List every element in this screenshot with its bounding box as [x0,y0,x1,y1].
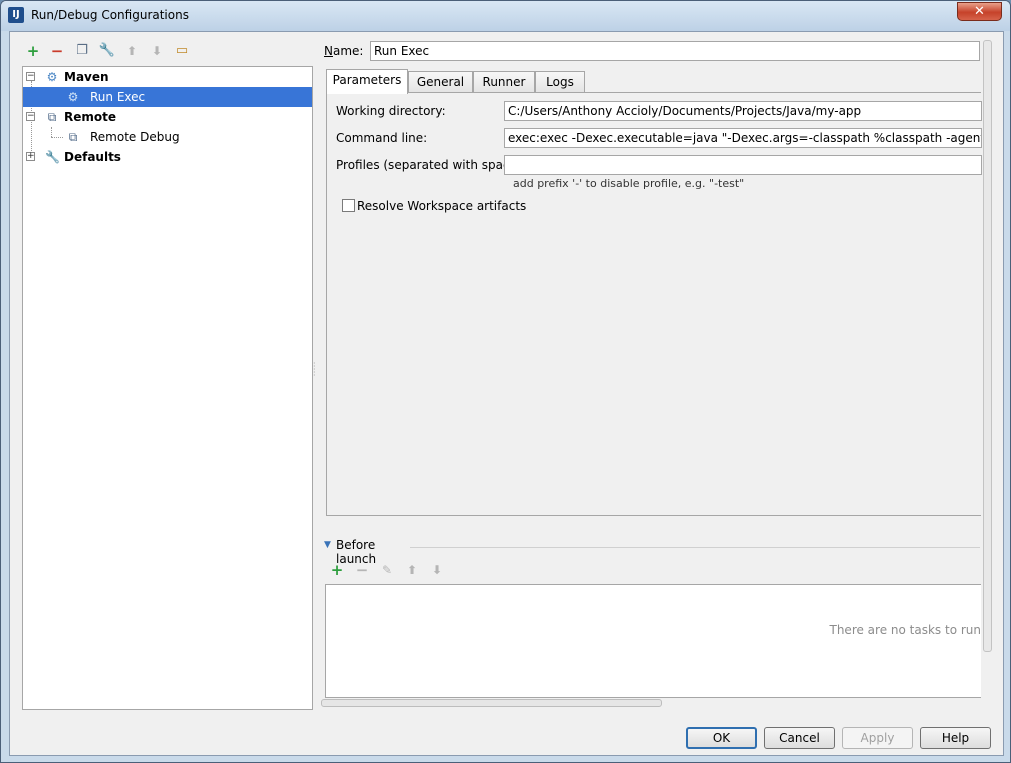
command-line-input[interactable]: exec:exec -Dexec.executable=java "-Dexec… [504,128,982,148]
apply-button[interactable]: Apply [842,727,913,749]
expand-icon[interactable]: + [26,152,35,161]
title-bar[interactable]: IJ Run/Debug Configurations ✕ [1,1,1010,31]
vertical-scrollbar[interactable] [983,40,992,652]
ok-button[interactable]: OK [686,727,757,749]
working-directory-label: Working directory: [336,104,446,118]
tab-logs[interactable]: Logs [535,71,585,93]
collapse-icon[interactable]: − [26,112,35,121]
move-up-icon[interactable]: ⬆ [123,42,141,60]
intellij-app-icon: IJ [8,7,24,23]
close-window-button[interactable]: ✕ [957,2,1002,21]
before-launch-task-list[interactable]: There are no tasks to run [325,584,981,698]
tree-node-label: Run Exec [90,90,146,104]
run-debug-window: IJ Run/Debug Configurations ✕ + − ❐ 🔧 ⬆ … [0,0,1011,763]
configurations-tree[interactable]: − ⚙ Maven ⚙ Run Exec − ⧉ Remote ⧉ Remote… [22,66,313,710]
maven-run-icon: ⚙ [67,90,79,104]
profiles-input[interactable] [504,155,982,175]
horizontal-scrollbar[interactable] [321,699,662,707]
remove-icon[interactable]: − [48,42,66,60]
collapse-triangle-icon[interactable]: ▼ [324,540,331,550]
tab-runner[interactable]: Runner [473,71,535,93]
folder-icon[interactable]: ▭ [173,42,191,60]
name-label: Name: [324,44,364,58]
move-task-down-icon[interactable]: ⬇ [428,561,446,579]
working-directory-input[interactable]: C:/Users/Anthony Accioly/Documents/Proje… [504,101,982,121]
tree-node-remote[interactable]: − ⧉ Remote [23,107,312,127]
tab-parameters[interactable]: Parameters [326,69,408,94]
tree-node-defaults[interactable]: + 🔧 Defaults [23,147,312,167]
tree-node-maven[interactable]: − ⚙ Maven [23,67,312,87]
move-task-up-icon[interactable]: ⬆ [403,561,421,579]
parameters-panel: Working directory: C:/Users/Anthony Acci… [326,92,982,516]
window-title: Run/Debug Configurations [31,8,189,22]
tree-node-label: Remote Debug [90,130,180,144]
tab-general[interactable]: General [408,71,473,93]
remote-config-icon: ⧉ [47,110,57,124]
maven-config-icon: ⚙ [46,70,58,84]
tree-node-label: Maven [64,70,109,84]
add-icon[interactable]: + [24,42,42,60]
section-divider [410,547,980,548]
tree-node-run-exec[interactable]: ⚙ Run Exec [23,87,312,107]
defaults-wrench-icon: 🔧 [45,150,60,164]
tree-node-label: Defaults [64,150,121,164]
dialog-body: + − ❐ 🔧 ⬆ ⬇ ▭ − ⚙ Maven ⚙ Run Exec − ⧉ R… [9,31,1004,756]
tree-node-label: Remote [64,110,117,124]
resolve-workspace-label[interactable]: Resolve Workspace artifacts [357,199,526,213]
empty-tasks-message: There are no tasks to run [829,623,982,637]
remote-debug-icon: ⧉ [68,130,78,144]
tree-node-remote-debug[interactable]: ⧉ Remote Debug [23,127,312,147]
edit-task-icon[interactable]: ✎ [378,561,396,579]
command-line-label: Command line: [336,131,428,145]
move-down-icon[interactable]: ⬇ [148,42,166,60]
add-task-icon[interactable]: + [328,561,346,579]
help-button[interactable]: Help [920,727,991,749]
collapse-icon[interactable]: − [26,72,35,81]
profiles-label: Profiles (separated with space): [336,158,526,172]
remove-task-icon[interactable]: − [353,561,371,579]
splitter-grip[interactable]: · · · · · [313,360,316,380]
resolve-workspace-checkbox[interactable] [342,199,355,212]
name-input[interactable]: Run Exec [370,41,980,61]
profiles-hint: add prefix '-' to disable profile, e.g. … [513,177,745,190]
cancel-button[interactable]: Cancel [764,727,835,749]
copy-icon[interactable]: ❐ [73,42,91,60]
edit-defaults-icon[interactable]: 🔧 [98,42,116,60]
